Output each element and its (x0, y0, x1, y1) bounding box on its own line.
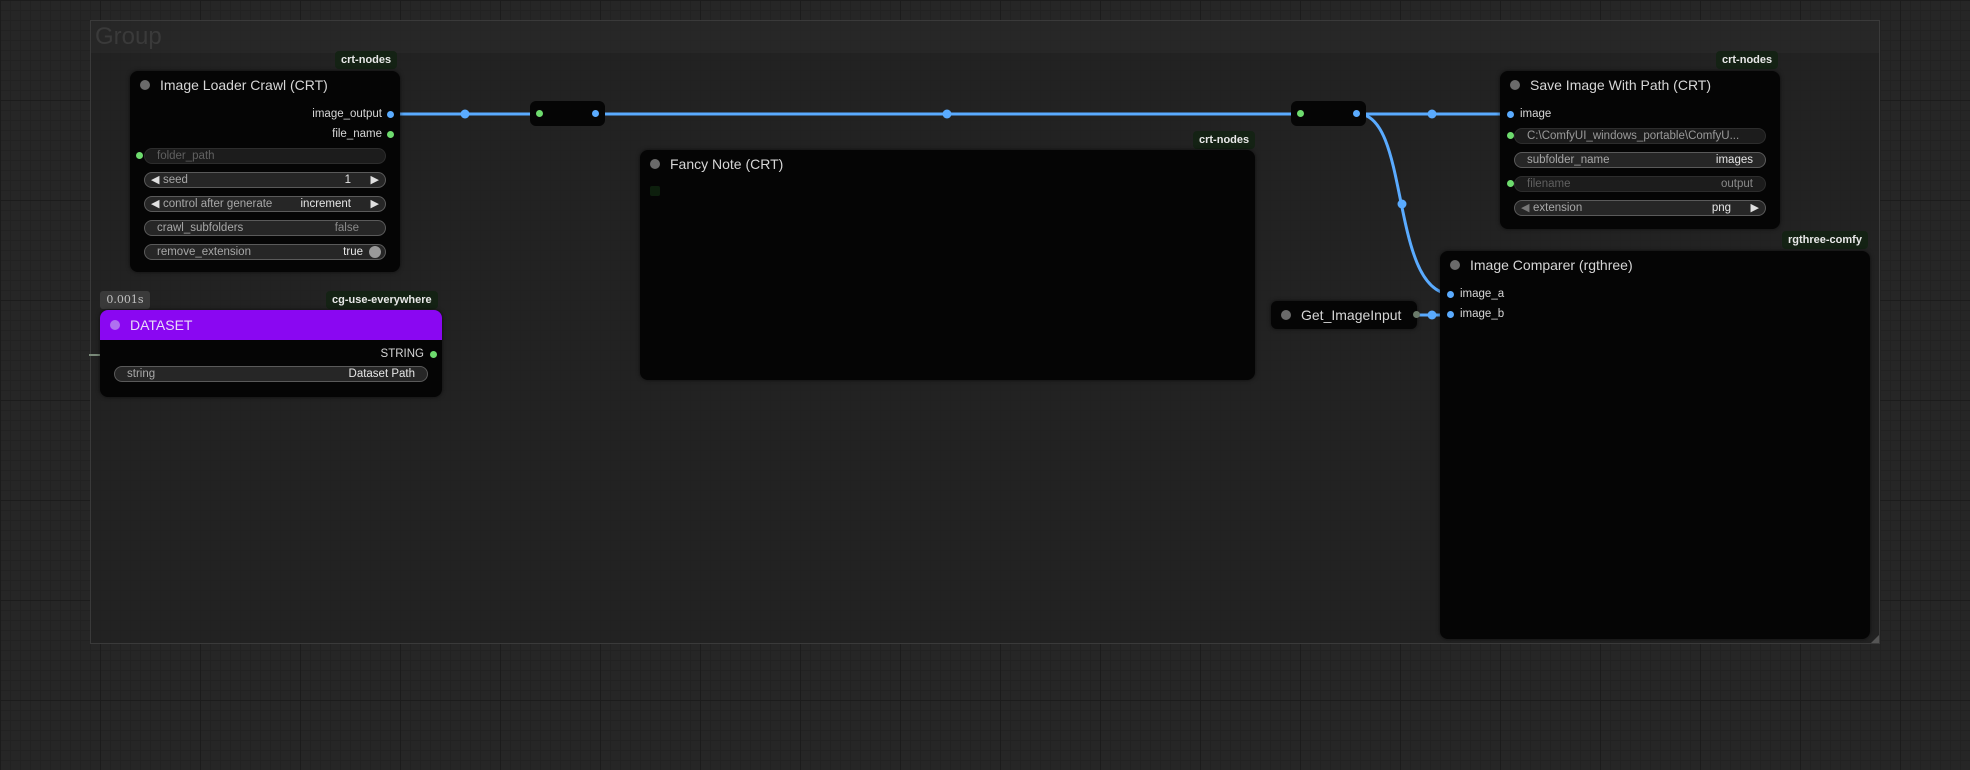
output-image-output-label: image_output (312, 108, 382, 120)
node-collapse-dot[interactable] (140, 80, 150, 90)
subfolder-name-value: images (1715, 154, 1753, 166)
seed-stepper[interactable]: ◀ seed 1 ▶ (144, 172, 386, 188)
subfolder-name-label: subfolder_name (1527, 154, 1610, 166)
node-title: DATASET (130, 317, 193, 333)
combo-prev-icon[interactable]: ◀ (151, 197, 159, 210)
path-value: C:\ComfyUI_windows_portable\ComfyU... (1527, 130, 1740, 142)
link-midpoint (460, 109, 470, 119)
node-title: Image Loader Crawl (CRT) (160, 77, 328, 93)
remove-extension-value: true (343, 246, 363, 258)
node-badge: crt-nodes (335, 51, 398, 69)
fancy-note-node[interactable]: Fancy Note (CRT) (640, 150, 1255, 380)
crawl-subfolders-value: false (334, 222, 359, 234)
remove-extension-label: remove_extension (157, 246, 251, 258)
node-collapse-dot[interactable] (650, 159, 660, 169)
output-file-name-dot[interactable] (387, 131, 394, 138)
output-string-label: STRING (380, 348, 424, 360)
input-image-dot[interactable] (1507, 111, 1514, 118)
control-value: increment (300, 198, 352, 210)
reroute-output-dot[interactable] (1353, 110, 1360, 117)
crawl-subfolders-label: crawl_subfolders (157, 222, 244, 234)
folder-path-placeholder: folder_path (157, 150, 215, 162)
node-header[interactable]: Image Comparer (rgthree) (1440, 251, 1870, 279)
node-header[interactable]: Save Image With Path (CRT) (1500, 71, 1780, 99)
seed-decrement-icon[interactable]: ◀ (151, 173, 159, 186)
input-image-label: image (1520, 108, 1552, 120)
node-title: Save Image With Path (CRT) (1530, 77, 1712, 93)
node-header[interactable]: Image Loader Crawl (CRT) (130, 71, 400, 99)
toggle-knob[interactable] (369, 246, 381, 258)
string-label: string (127, 368, 156, 380)
node-header[interactable]: DATASET (100, 310, 442, 340)
reroute-input-dot[interactable] (1297, 110, 1304, 117)
link-midpoint (1427, 310, 1437, 320)
input-folder-path-dot[interactable] (136, 152, 143, 159)
control-after-generate-combo[interactable]: ◀ control after generate increment ▶ (144, 196, 386, 212)
node-header[interactable]: Fancy Note (CRT) (640, 150, 1255, 178)
node-title: Fancy Note (CRT) (670, 156, 784, 172)
output-image-dot[interactable] (1413, 311, 1420, 318)
reroute-node[interactable] (530, 101, 605, 126)
link-midpoint (942, 109, 952, 119)
node-badge: cg-use-everywhere (326, 291, 438, 309)
extension-value: png (1711, 202, 1731, 214)
input-image-a-dot[interactable] (1447, 291, 1454, 298)
input-path-dot[interactable] (1507, 132, 1514, 139)
output-image-output-dot[interactable] (387, 111, 394, 118)
seed-increment-icon[interactable]: ▶ (371, 173, 379, 186)
combo-next-icon[interactable]: ▶ (371, 197, 379, 210)
node-badge: rgthree-comfy (1782, 231, 1868, 249)
remove-extension-toggle[interactable]: remove_extension true (144, 244, 386, 260)
seed-value: 1 (344, 174, 351, 186)
node-badge: crt-nodes (1193, 131, 1256, 149)
folder-path-field[interactable]: folder_path (144, 148, 386, 164)
output-file-name-label: file_name (332, 128, 382, 140)
input-image-b-dot[interactable] (1447, 311, 1454, 318)
filename-label: filename (1527, 178, 1571, 190)
seed-label: seed (163, 174, 188, 186)
get-image-input-node[interactable]: Get_ImageInput (1271, 301, 1420, 329)
input-filename-dot[interactable] (1507, 180, 1514, 187)
control-label: control after generate (163, 198, 273, 210)
node-title: Image Comparer (rgthree) (1470, 257, 1633, 273)
image-comparer-node[interactable]: Image Comparer (rgthree) image_a image_b (1440, 251, 1870, 639)
node-collapse-dot[interactable] (1510, 80, 1520, 90)
dataset-node[interactable]: DATASET STRING string Dataset Path (100, 310, 442, 397)
node-badge: crt-nodes (1716, 51, 1779, 69)
crawl-subfolders-toggle[interactable]: crawl_subfolders false (144, 220, 386, 236)
filename-field[interactable]: filename output (1514, 176, 1766, 192)
node-collapse-dot[interactable] (1281, 310, 1291, 320)
extension-label: extension (1533, 202, 1583, 214)
string-field[interactable]: string Dataset Path (114, 366, 428, 382)
string-value: Dataset Path (348, 368, 415, 380)
reroute-node[interactable] (1291, 101, 1366, 126)
reroute-output-dot[interactable] (592, 110, 599, 117)
link-midpoint (1397, 199, 1407, 209)
node-collapse-dot[interactable] (110, 320, 120, 330)
execution-time-badge: 0.001s (100, 291, 150, 309)
note-input-marker (650, 186, 660, 196)
note-content-area[interactable] (648, 184, 1247, 372)
link-midpoint (1427, 109, 1437, 119)
filename-value: output (1721, 178, 1753, 190)
subfolder-name-field[interactable]: subfolder_name images (1514, 152, 1766, 168)
input-image-a-label: image_a (1460, 288, 1505, 300)
save-image-with-path-node[interactable]: Save Image With Path (CRT) image C:\Comf… (1500, 71, 1780, 229)
output-string-dot[interactable] (430, 351, 437, 358)
node-title: Get_ImageInput (1301, 307, 1402, 323)
combo-next-icon[interactable]: ▶ (1751, 201, 1759, 214)
image-loader-crawl-node[interactable]: Image Loader Crawl (CRT) image_output fi… (130, 71, 400, 272)
path-field[interactable]: C:\ComfyUI_windows_portable\ComfyU... (1514, 128, 1766, 144)
node-collapse-dot[interactable] (1450, 260, 1460, 270)
extension-combo[interactable]: ◀ extension png ▶ (1514, 200, 1766, 216)
combo-prev-icon[interactable]: ◀ (1521, 201, 1529, 214)
reroute-input-dot[interactable] (536, 110, 543, 117)
input-image-b-label: image_b (1460, 308, 1505, 320)
